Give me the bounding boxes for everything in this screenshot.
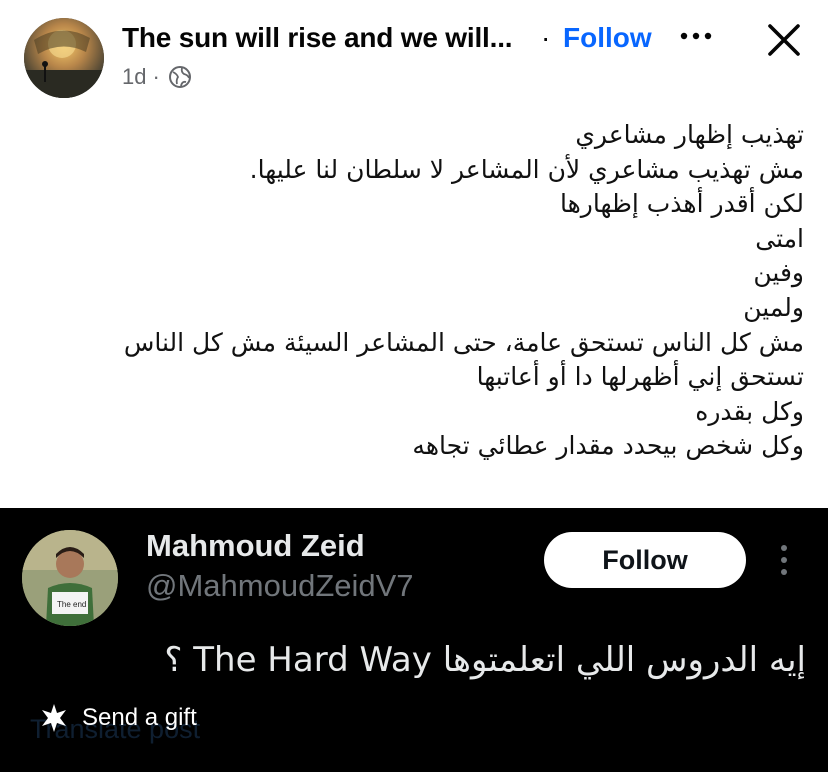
embedded-tweet[interactable]: The end Mahmoud Zeid @MahmoudZeidV7 Foll… — [0, 508, 828, 772]
more-dots-icon — [680, 32, 712, 40]
page-name[interactable]: The sun will rise and we will... — [122, 22, 513, 54]
tweet-follow-button[interactable]: Follow — [544, 532, 746, 588]
post-line: ولمين — [743, 292, 804, 322]
post-body: تهذيب إظهار مشاعري مش تهذيب مشاعري لأن ا… — [24, 118, 804, 464]
close-button[interactable] — [764, 20, 804, 60]
page-avatar[interactable] — [24, 18, 104, 98]
post-line: وكل بقدره — [695, 396, 804, 426]
post-line: تهذيب إظهار مشاعري — [575, 120, 804, 149]
post-line: وفين — [753, 258, 804, 288]
send-gift-label: Send a gift — [82, 704, 197, 731]
tweet-author-handle[interactable]: @MahmoudZeidV7 — [146, 568, 414, 604]
tweet-author-name[interactable]: Mahmoud Zeid — [146, 528, 365, 564]
tweet-more-button[interactable] — [776, 540, 792, 580]
follow-link[interactable]: Follow — [563, 22, 652, 54]
meta-separator: · — [152, 64, 160, 89]
post-line: تستحق إني أظهرلها دا أو أعاتبها — [476, 362, 804, 392]
more-options-button[interactable] — [676, 22, 716, 56]
svg-text:The end: The end — [57, 600, 86, 609]
gift-icon — [42, 704, 66, 732]
tweet-avatar[interactable]: The end — [22, 530, 118, 626]
vertical-dots-icon — [781, 545, 787, 575]
post-time[interactable]: 1d — [122, 64, 146, 90]
post-line: مش تهذيب مشاعري لأن المشاعر لا سلطان لنا… — [249, 154, 804, 184]
post-line: وكل شخص بيحدد مقدار عطائي تجاهه — [412, 431, 804, 461]
tweet-text: إيه الدروس اللي اتعلمتوها The Hard Way ؟ — [164, 640, 806, 680]
facebook-post: The sun will rise and we will... · Follo… — [0, 0, 828, 508]
post-line: لكن أقدر أهذب إظهارها — [559, 189, 804, 219]
separator-dot: · — [541, 22, 551, 53]
post-meta: 1d · — [122, 64, 192, 90]
send-gift-button[interactable]: Send a gift — [38, 702, 197, 734]
globe-icon — [168, 66, 191, 88]
close-icon — [768, 24, 800, 56]
post-line: امتى — [755, 223, 804, 253]
post-line: مش كل الناس تستحق عامة، حتى المشاعر السي… — [123, 327, 804, 357]
